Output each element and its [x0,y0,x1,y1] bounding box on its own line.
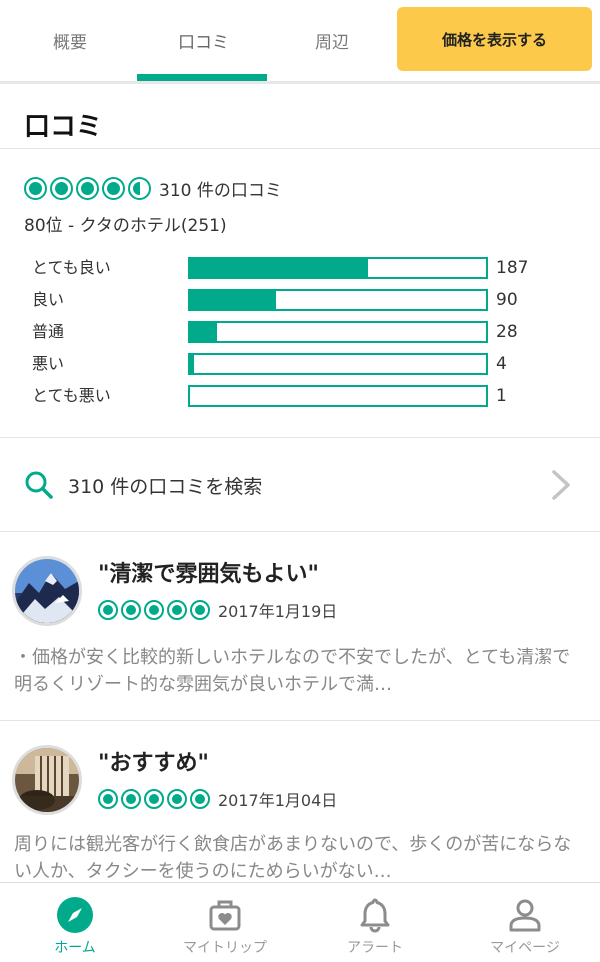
rating-bubble-icon [144,789,164,809]
review-title[interactable]: "清潔で雰囲気もよい" [98,556,319,588]
review-rating: 2017年1月19日 [98,598,337,622]
rating-distribution-row[interactable]: 悪い 4 [32,352,592,376]
reviewer-avatar[interactable] [12,745,82,815]
rating-bubble-icon [121,600,141,620]
rating-bubble-icon [144,600,164,620]
tab-reviews[interactable]: 口コミ [140,0,267,81]
review-rating: 2017年1月04日 [98,787,337,811]
search-icon [25,471,53,499]
rating-bubble-icon [167,789,187,809]
rating-bubble-icon [190,789,210,809]
distribution-label: とても悪い [32,386,111,405]
nav-home-label: ホーム [54,940,96,956]
distribution-bar [188,353,488,375]
room-photo-icon [15,748,79,812]
rating-distribution-row[interactable]: 普通 28 [32,320,592,344]
rating-distribution-row[interactable]: 良い 90 [32,288,592,312]
search-reviews-label: 310 件の口コミを検索 [68,476,263,498]
mountain-photo-icon [15,559,79,623]
nav-home[interactable]: ホーム [0,883,150,962]
review-excerpt[interactable]: ・価格が安く比較的新しいホテルなので不安でしたが、とても清潔で明るくリゾート的な… [14,644,586,698]
bottom-navigation: ホーム マイトリップ アラート マイページ [0,882,600,962]
review-excerpt[interactable]: 周りには観光客が行く飲食店があまりないので、歩くのが苦にならない人か、タクシーを… [14,831,586,885]
distribution-count: 187 [496,258,529,278]
distribution-fill [190,323,217,341]
nav-mytrip-label: マイトリップ [183,940,267,956]
rating-bubble-icon [24,176,47,200]
rating-half-bubble-icon [128,176,151,200]
distribution-label: 悪い [32,354,65,373]
rating-bubble-icon [76,176,99,200]
tab-nearby[interactable]: 周辺 [267,0,397,81]
distribution-bar [188,289,488,311]
distribution-count: 4 [496,354,507,374]
rating-bubble-icon [190,600,210,620]
rating-bubbles [24,176,151,200]
review-count[interactable]: 310 件の口コミ [159,176,282,201]
divider [0,148,600,149]
distribution-label: とても良い [32,258,111,277]
distribution-fill [190,291,276,309]
search-reviews-row[interactable]: 310 件の口コミを検索 [0,438,600,532]
user-icon [509,899,541,932]
show-price-button[interactable]: 価格を表示する [397,7,592,71]
nav-mypage[interactable]: マイページ [450,883,600,962]
nav-alert-label: アラート [347,940,403,956]
top-tab-bar: 概要 口コミ 周辺 価格を表示する [0,0,600,84]
chevron-right-icon [552,470,570,500]
rating-bubble-icon [102,176,125,200]
distribution-label: 普通 [32,322,65,341]
ranking-text: 80位 - クタのホテル(251) [24,216,227,236]
rating-bubble-icon [98,789,118,809]
review-card[interactable]: "おすすめ" 2017年1月04日 周りには観光客が行く飲食店があまりないので、… [0,721,600,882]
distribution-bar [188,257,488,279]
review-card[interactable]: "清潔で雰囲気もよい" 2017年1月19日 ・価格が安く比較的新しいホテルなの… [0,532,600,720]
nav-alert[interactable]: アラート [300,883,450,962]
active-tab-indicator [137,74,267,81]
rating-distribution-row[interactable]: とても良い 187 [32,256,592,280]
distribution-label: 良い [32,290,65,309]
rating-bubble-icon [98,600,118,620]
rating-bubble-icon [50,176,73,200]
distribution-count: 90 [496,290,518,310]
review-date: 2017年1月19日 [218,602,338,621]
review-date: 2017年1月04日 [218,791,338,810]
page-title: 口コミ [24,112,103,142]
distribution-bar [188,385,488,407]
distribution-fill [190,355,194,373]
tab-overview[interactable]: 概要 [0,0,140,81]
suitcase-heart-icon [209,900,241,931]
nav-mypage-label: マイページ [490,940,560,956]
distribution-fill [190,259,368,277]
rating-distribution-row[interactable]: とても悪い 1 [32,384,592,408]
reviewer-avatar[interactable] [12,556,82,626]
nav-mytrip[interactable]: マイトリップ [150,883,300,962]
compass-icon [57,897,93,933]
distribution-bar [188,321,488,343]
bell-icon [360,898,390,933]
review-title[interactable]: "おすすめ" [98,745,209,777]
distribution-count: 28 [496,322,518,342]
distribution-count: 1 [496,386,507,406]
overall-rating: 310 件の口コミ [24,175,282,201]
rating-bubble-icon [167,600,187,620]
rating-bubble-icon [121,789,141,809]
